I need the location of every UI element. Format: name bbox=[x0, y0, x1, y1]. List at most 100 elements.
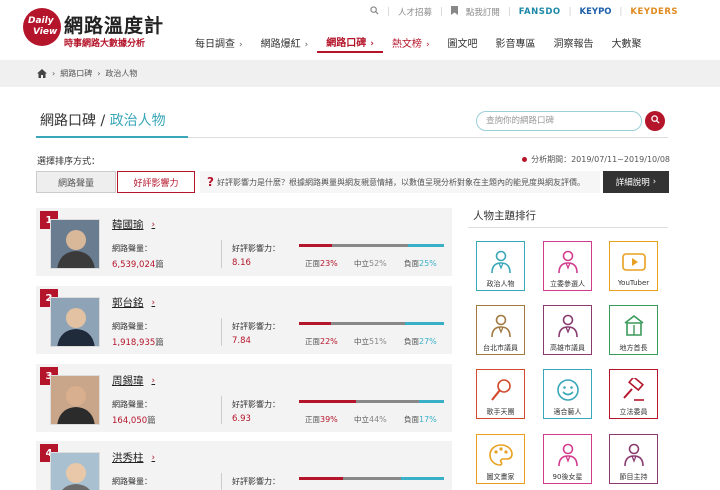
volume-label: 網路聲量： bbox=[112, 244, 152, 253]
keypo-link[interactable]: KEYPO bbox=[580, 7, 612, 17]
influence-label: 好評影響力： bbox=[232, 322, 280, 331]
nav-label: 圖文吧 bbox=[447, 39, 478, 50]
sentiment-bar bbox=[299, 322, 444, 325]
volume-value: 6,539,024篇 bbox=[112, 258, 164, 270]
topic-tile[interactable]: 地方首長 bbox=[609, 305, 658, 355]
breadcrumb-bar: › 網路口碑 › 政治人物 bbox=[0, 60, 720, 87]
topic-tile[interactable]: 政治人物 bbox=[476, 241, 525, 291]
topic-tile[interactable]: 90後女星 bbox=[543, 434, 592, 484]
page-title: 網路口碑 / 政治人物 bbox=[40, 110, 166, 130]
search-button[interactable] bbox=[645, 111, 665, 131]
subscribe-link[interactable]: 點我訂閱 bbox=[466, 6, 500, 18]
sort-label: 選擇排序方式： bbox=[37, 157, 101, 167]
actress-icon bbox=[544, 441, 591, 469]
chevron-right-icon: › bbox=[652, 177, 657, 187]
chevron-right-icon: › bbox=[370, 39, 374, 49]
local-chief-icon bbox=[610, 312, 657, 340]
period-text: 分析期間：2019/07/11~2019/10/08 bbox=[531, 155, 670, 164]
recruit-link[interactable]: 人才招募 bbox=[398, 6, 432, 18]
sentiment-bar bbox=[299, 400, 444, 403]
divider bbox=[468, 227, 668, 228]
person-photo[interactable] bbox=[50, 219, 100, 269]
person-card[interactable]: 4 洪秀柱 › 網路聲量： 好評影響力： bbox=[36, 441, 452, 490]
negative-value: 27% bbox=[419, 337, 437, 346]
neutral-label: 中立 bbox=[354, 259, 369, 268]
person-photo[interactable] bbox=[50, 452, 100, 490]
topic-tile[interactable]: 高雄市議員 bbox=[543, 305, 592, 355]
negative-label: 負面 bbox=[404, 415, 419, 424]
volume-unit: 篇 bbox=[155, 338, 164, 348]
person-photo[interactable] bbox=[50, 375, 100, 425]
tab-volume[interactable]: 網路聲量 bbox=[36, 171, 116, 193]
neutral-pct: 中立44% bbox=[354, 414, 387, 425]
topic-tile[interactable]: 立法委員 bbox=[609, 369, 658, 419]
dailyview-logo[interactable]: Daily View bbox=[23, 8, 61, 46]
site-title[interactable]: 網路溫度計 bbox=[64, 11, 164, 38]
main-nav: 每日調查 › 網路爆紅 › 網路口碑 › 熱文榜 › 圖文吧 影音專區 洞察報告 大數聚 bbox=[186, 37, 651, 53]
nav-infographic[interactable]: 圖文吧 bbox=[439, 37, 487, 53]
nav-hot-articles[interactable]: 熱文榜 › bbox=[383, 37, 439, 53]
chevron-right-icon: › bbox=[151, 297, 156, 308]
topic-tile[interactable]: 立委參選人 bbox=[543, 241, 592, 291]
topic-tile[interactable]: 台北市議員 bbox=[476, 305, 525, 355]
chevron-right-icon: › bbox=[151, 375, 156, 386]
fansdo-link[interactable]: FANSDO bbox=[519, 7, 561, 17]
divider: | bbox=[507, 7, 511, 17]
influence-value: 6.93 bbox=[232, 414, 251, 424]
bookmark-icon bbox=[450, 6, 458, 18]
search-input[interactable]: 查詢你的網路口碑 bbox=[476, 111, 642, 131]
person-photo[interactable] bbox=[50, 297, 100, 347]
person-card[interactable]: 2 郭台銘 › 網路聲量： 好評影響力： 1,918,935篇 7.84 正面2… bbox=[36, 286, 452, 354]
neutral-value: 51% bbox=[369, 337, 387, 346]
nav-reports[interactable]: 洞察報告 bbox=[545, 37, 603, 53]
topic-tile[interactable]: 圖文畫家 bbox=[476, 434, 525, 484]
breadcrumb-politicians[interactable]: 政治人物 bbox=[105, 68, 137, 79]
topic-tile[interactable]: 歌手天團 bbox=[476, 369, 525, 419]
nav-daily-survey[interactable]: 每日調查 › bbox=[186, 37, 252, 53]
nav-reputation[interactable]: 網路口碑 › bbox=[317, 37, 383, 53]
negative-label: 負面 bbox=[404, 337, 419, 346]
search-icon[interactable] bbox=[370, 6, 379, 18]
topic-tile[interactable]: 節目主持 bbox=[609, 434, 658, 484]
nav-video[interactable]: 影音專區 bbox=[487, 37, 545, 53]
topic-tile[interactable]: YouTuber bbox=[609, 241, 658, 291]
topic-tile-label: 地方首長 bbox=[619, 344, 648, 352]
negative-segment bbox=[400, 477, 444, 480]
person-card[interactable]: 1 韓國瑜 › 網路聲量： 好評影響力： 6,539,024篇 8.16 正面2… bbox=[36, 208, 452, 276]
neutral-pct: 中立51% bbox=[354, 336, 387, 347]
keyders-link[interactable]: KEYDERS bbox=[630, 7, 678, 17]
negative-pct: 負面25% bbox=[404, 258, 437, 269]
person-name-link[interactable]: 洪秀柱 › bbox=[112, 450, 155, 465]
nav-label: 網路口碑 bbox=[326, 38, 367, 49]
volume-unit: 篇 bbox=[155, 260, 164, 270]
negative-segment bbox=[419, 400, 444, 403]
breadcrumb-reputation[interactable]: 網路口碑 bbox=[60, 68, 92, 79]
period-dot-icon bbox=[522, 157, 528, 162]
person-name-link[interactable]: 周錫瑋 › bbox=[112, 373, 155, 388]
home-icon[interactable] bbox=[37, 69, 47, 78]
person-name: 周錫瑋 bbox=[112, 375, 144, 387]
neutral-pct: 中立52% bbox=[354, 258, 387, 269]
chevron-right-icon: › bbox=[239, 40, 243, 50]
person-card[interactable]: 3 周錫瑋 › 網路聲量： 好評影響力： 164,050篇 6.93 正面39%… bbox=[36, 364, 452, 432]
sentiment-bar bbox=[299, 244, 444, 247]
person-name-link[interactable]: 韓國瑜 › bbox=[112, 217, 155, 232]
person-name: 郭台銘 bbox=[112, 297, 144, 309]
nav-viral[interactable]: 網路爆紅 › bbox=[252, 37, 318, 53]
nav-label: 影音專區 bbox=[495, 39, 536, 50]
topic-tile[interactable]: 適合藝人 bbox=[543, 369, 592, 419]
positive-segment bbox=[299, 477, 343, 480]
topic-tile-label: 圖文畫家 bbox=[486, 473, 515, 481]
detail-button[interactable]: 詳細說明 › bbox=[603, 171, 669, 193]
neutral-segment bbox=[332, 244, 408, 247]
volume-number: 1,918,935 bbox=[112, 338, 156, 348]
person-name-link[interactable]: 郭台銘 › bbox=[112, 295, 155, 310]
nav-big-data[interactable]: 大數聚 bbox=[603, 37, 651, 53]
negative-value: 25% bbox=[419, 259, 437, 268]
nav-label: 每日調查 bbox=[195, 39, 235, 50]
volume-label: 網路聲量： bbox=[112, 477, 152, 486]
divider bbox=[221, 240, 222, 268]
tab-influence[interactable]: 好評影響力 bbox=[117, 171, 195, 193]
divider: | bbox=[568, 7, 572, 17]
title-underline bbox=[36, 136, 188, 138]
